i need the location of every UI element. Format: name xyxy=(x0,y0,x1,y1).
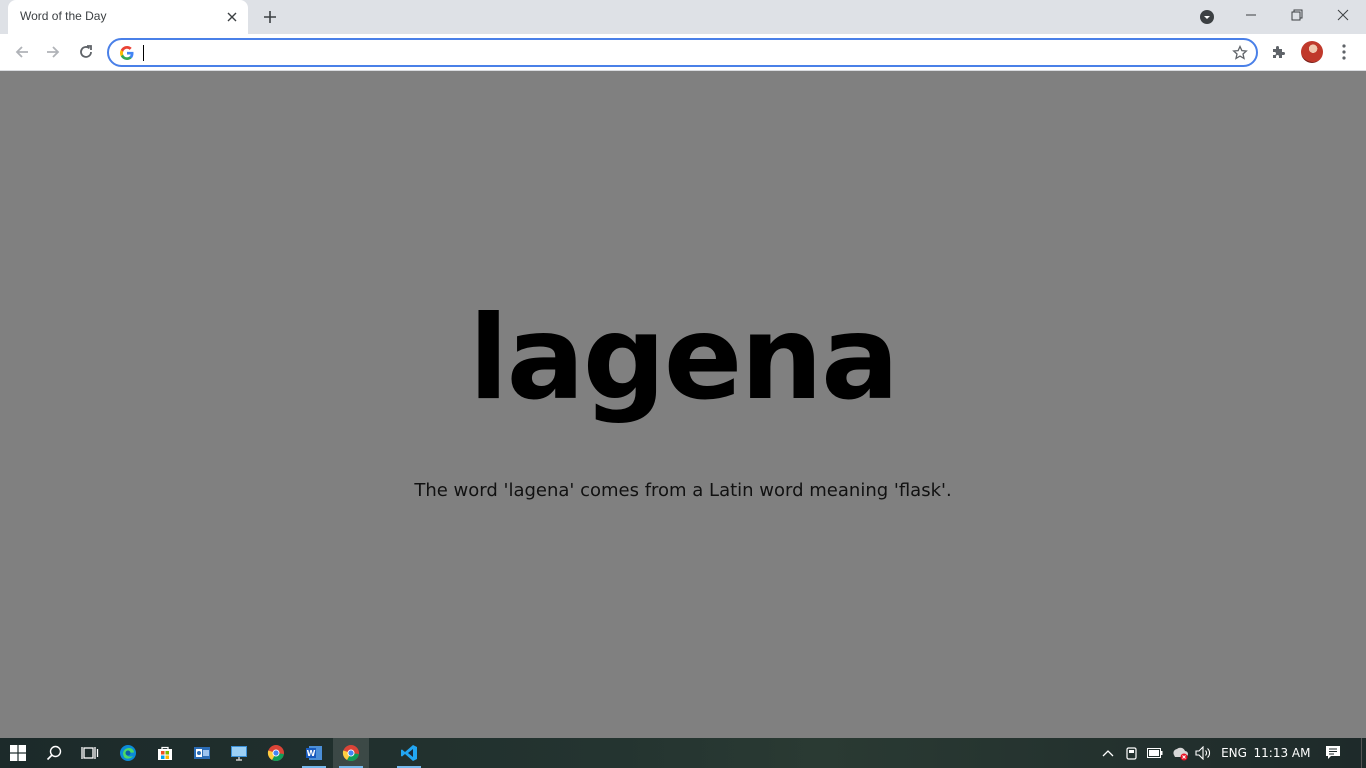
windows-taskbar: W ENG 11:13 AM xyxy=(0,738,1366,768)
window-close-button[interactable] xyxy=(1320,0,1366,30)
network-disconnected-icon[interactable] xyxy=(1169,738,1191,768)
back-button[interactable] xyxy=(9,39,35,65)
meet-now-icon[interactable] xyxy=(1122,738,1142,768)
edge-icon[interactable] xyxy=(110,738,146,768)
forward-button[interactable] xyxy=(40,39,66,65)
store-icon[interactable] xyxy=(147,738,183,768)
tab-strip: Word of the Day xyxy=(0,0,1366,34)
kebab-menu-icon[interactable] xyxy=(1336,42,1352,62)
address-input[interactable] xyxy=(141,43,1221,63)
chrome-active-icon[interactable] xyxy=(333,738,369,768)
language-indicator[interactable]: ENG xyxy=(1218,738,1250,768)
chevron-up-icon[interactable] xyxy=(1098,738,1118,768)
task-view-icon[interactable] xyxy=(72,738,108,768)
battery-icon[interactable] xyxy=(1145,738,1165,768)
search-icon[interactable] xyxy=(36,738,72,768)
volume-icon[interactable] xyxy=(1193,738,1215,768)
tab-word-of-the-day[interactable]: Word of the Day xyxy=(8,0,248,34)
google-icon xyxy=(119,45,135,61)
reload-button[interactable] xyxy=(73,39,99,65)
word-of-the-day: lagena xyxy=(468,291,900,426)
address-bar[interactable] xyxy=(107,38,1258,67)
page-body: lagena The word 'lagena' comes from a La… xyxy=(0,71,1366,738)
remote-desktop-icon[interactable] xyxy=(221,738,257,768)
text-caret xyxy=(143,45,144,61)
tab-search-icon[interactable] xyxy=(1197,7,1217,27)
word-meaning: The word 'lagena' comes from a Latin wor… xyxy=(414,480,952,501)
svg-text:W: W xyxy=(307,749,316,758)
new-tab-button[interactable] xyxy=(259,6,281,28)
notifications-icon[interactable] xyxy=(1322,738,1344,768)
word-icon[interactable]: W xyxy=(296,738,332,768)
show-desktop-button[interactable] xyxy=(1361,738,1366,768)
browser-toolbar xyxy=(0,34,1366,71)
restore-button[interactable] xyxy=(1274,0,1320,30)
outlook-icon[interactable] xyxy=(184,738,220,768)
profile-avatar[interactable] xyxy=(1301,41,1323,63)
bookmark-star-icon[interactable] xyxy=(1232,44,1248,61)
minimize-button[interactable] xyxy=(1228,0,1274,30)
tab-title: Word of the Day xyxy=(20,9,107,23)
vscode-icon[interactable] xyxy=(391,738,427,768)
chrome-icon[interactable] xyxy=(258,738,294,768)
windows-start-icon[interactable] xyxy=(0,738,36,768)
close-icon[interactable] xyxy=(224,9,240,25)
system-clock[interactable]: 11:13 AM xyxy=(1252,738,1312,768)
extensions-puzzle-icon[interactable] xyxy=(1269,42,1289,62)
